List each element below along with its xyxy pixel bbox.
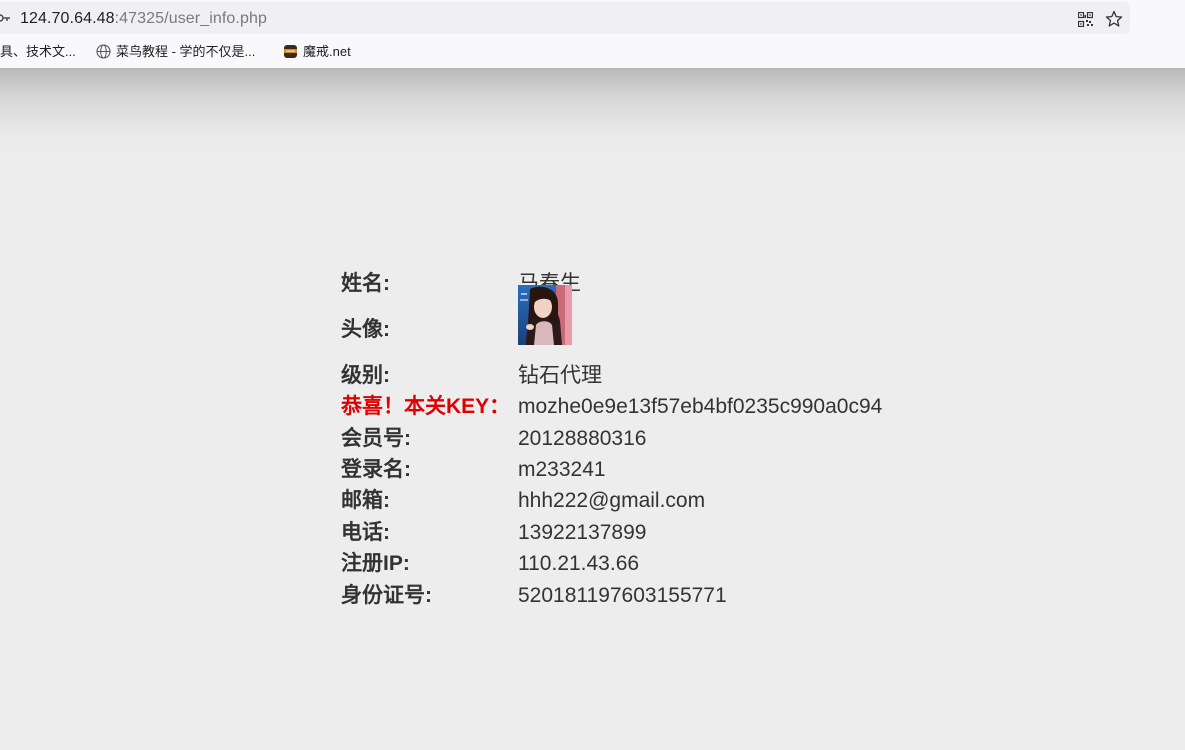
avatar-label: 头像:	[341, 318, 390, 341]
avatar	[518, 285, 572, 345]
phone-value: 13922137899	[518, 521, 647, 544]
page-top-shadow	[0, 68, 1185, 158]
bookmark-item[interactable]: 具、技术文...	[0, 44, 76, 60]
bookmark-label: 魔戒.net	[303, 44, 351, 59]
key-icon	[0, 14, 10, 22]
key-value: mozhe0e9e13f57eb4bf0235c990a0c94	[518, 395, 883, 418]
address-bar[interactable]: 124.70.64.48:47325/user_info.php	[0, 2, 1130, 34]
id-number-value: 520181197603155771	[518, 584, 727, 607]
url-text[interactable]: 124.70.64.48:47325/user_info.php	[20, 9, 267, 29]
browser-chrome: 124.70.64.48:47325/user_info.php 具、技术文..…	[0, 0, 1185, 68]
login-name-label: 登录名:	[341, 458, 411, 481]
level-value: 钻石代理	[518, 364, 602, 387]
register-ip-label: 注册IP:	[341, 552, 410, 575]
url-host: 124.70.64.48	[20, 10, 115, 27]
email-label: 邮箱:	[341, 489, 390, 512]
email-value: hhh222@gmail.com	[518, 489, 706, 512]
url-path: :47325/user_info.php	[114, 10, 267, 27]
qr-code-icon[interactable]	[1078, 12, 1093, 27]
bookmark-label: 菜鸟教程 - 学的不仅是...	[116, 44, 256, 59]
name-label: 姓名:	[341, 272, 390, 295]
id-number-label: 身份证号:	[341, 584, 432, 607]
login-name-value: m233241	[518, 458, 606, 481]
member-id-label: 会员号:	[341, 427, 411, 450]
site-favicon-icon	[284, 45, 297, 58]
bookmark-label: 具、技术文...	[0, 44, 76, 59]
register-ip-value: 110.21.43.66	[518, 552, 640, 575]
bookmark-item[interactable]: 魔戒.net	[283, 44, 351, 60]
key-label: 恭喜！本关KEY：	[341, 395, 511, 418]
bookmark-star-icon[interactable]	[1105, 10, 1123, 28]
phone-label: 电话:	[341, 521, 390, 544]
bookmarks-bar: 具、技术文... 菜鸟教程 - 学的不仅是... 魔戒.net	[0, 40, 1185, 64]
level-label: 级别:	[341, 364, 390, 387]
member-id-value: 20128880316	[518, 427, 647, 450]
avatar-image	[518, 285, 572, 345]
bookmark-item[interactable]: 菜鸟教程 - 学的不仅是...	[96, 44, 255, 60]
globe-icon	[96, 44, 111, 59]
